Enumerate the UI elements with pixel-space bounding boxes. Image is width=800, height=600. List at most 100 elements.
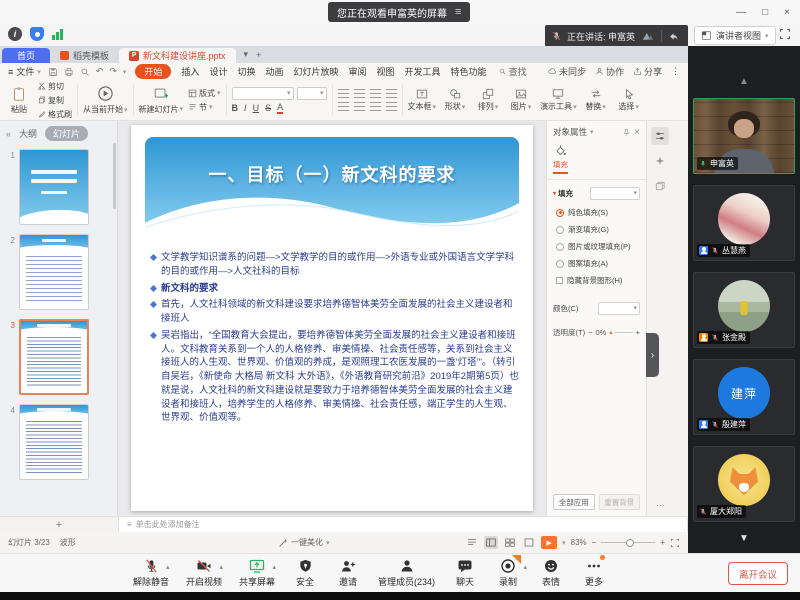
unmute-button[interactable]: ▴ 解除静音	[133, 557, 169, 588]
slide-thumbnail-2[interactable]: 2	[4, 234, 117, 310]
picture-button[interactable]: 图片▾	[507, 88, 535, 112]
slideshow-play-caret-icon[interactable]: ▾	[562, 539, 566, 547]
indent-increase-button[interactable]	[386, 89, 397, 98]
collapse-panel-button[interactable]: «	[6, 129, 11, 139]
tab-home[interactable]: 首页	[2, 48, 50, 63]
tab-outline[interactable]: 大纲	[19, 127, 37, 140]
close-panel-icon[interactable]: ×	[634, 127, 640, 138]
print-icon[interactable]	[64, 67, 74, 77]
text-box-button[interactable]: 文本框▾	[408, 88, 437, 112]
replace-button[interactable]: 替换▾	[582, 88, 610, 112]
start-video-button[interactable]: ▴ 开启视频	[186, 557, 222, 588]
zoom-out-button[interactable]: −	[592, 538, 597, 547]
record-options-caret-icon[interactable]: ▴	[524, 563, 528, 571]
strikethrough-button[interactable]: S	[265, 103, 271, 113]
copy-button[interactable]: 复制	[38, 95, 72, 106]
paste-button[interactable]: 粘贴	[5, 86, 33, 115]
slide-thumbnail-3-selected[interactable]: 3	[4, 319, 117, 395]
line-spacing-button[interactable]	[386, 102, 397, 111]
fit-slide-icon[interactable]	[670, 538, 680, 548]
slide-thumbnail-4[interactable]: 4	[4, 404, 117, 480]
scroll-up-button[interactable]: ▲	[739, 76, 749, 87]
bold-button[interactable]: B	[232, 103, 239, 113]
participant-tile-2[interactable]: 丛慧燕	[693, 185, 795, 261]
comments-toggle-icon[interactable]	[465, 536, 479, 549]
share-screen-button[interactable]: ▴ 共享屏幕	[239, 557, 275, 588]
color-select[interactable]: ▾	[598, 302, 640, 315]
reset-background-button[interactable]: 重置背景	[599, 494, 641, 510]
new-slide-button[interactable]: 新建幻灯片▾	[139, 86, 184, 115]
minimize-button[interactable]: —	[736, 7, 746, 18]
solid-fill-radio[interactable]: 纯色填充(S)	[556, 207, 640, 218]
smart-assistant-icon[interactable]	[651, 152, 669, 170]
menu-overflow-icon[interactable]: ⋮	[671, 66, 680, 77]
ribbon-tab-design[interactable]: 设计	[209, 65, 227, 78]
ribbon-search[interactable]: 查找	[498, 65, 527, 78]
arrange-button[interactable]: 排列▾	[474, 88, 502, 112]
share-options-caret-icon[interactable]: ▴	[273, 563, 277, 571]
undo-button[interactable]: ↶	[96, 66, 104, 77]
add-slide-button[interactable]: +	[0, 519, 118, 531]
participant-tile-1[interactable]: 申富英	[693, 98, 795, 174]
participant-tile-3[interactable]: 张金殿	[693, 272, 795, 348]
ribbon-tab-animation[interactable]: 动画	[265, 65, 283, 78]
section-button[interactable]: 节▾	[188, 102, 221, 113]
share-button[interactable]: 分享	[633, 65, 662, 78]
zoom-in-button[interactable]: +	[660, 538, 665, 547]
normal-view-button[interactable]	[484, 536, 498, 549]
print-preview-icon[interactable]	[80, 67, 90, 77]
numbering-button[interactable]	[354, 89, 365, 98]
gradient-fill-radio[interactable]: 渐变填充(G)	[556, 224, 640, 235]
save-icon[interactable]	[48, 67, 58, 77]
invite-button[interactable]: 邀请	[335, 557, 361, 588]
return-arrow-icon[interactable]	[667, 31, 678, 42]
record-button[interactable]: ▴ 录制	[495, 557, 521, 588]
bullets-button[interactable]	[338, 89, 349, 98]
strip-more-icon[interactable]: ⋯	[656, 500, 665, 511]
ribbon-tab-developer[interactable]: 开发工具	[405, 65, 441, 78]
fill-tab[interactable]: 填充	[553, 144, 568, 174]
cut-button[interactable]: 剪切	[38, 81, 72, 92]
transparency-minus-button[interactable]: −	[588, 328, 592, 337]
slide-thumbnail-1[interactable]: 1	[4, 149, 117, 225]
camera-options-caret-icon[interactable]: ▴	[220, 563, 224, 571]
align-left-button[interactable]	[338, 102, 349, 111]
format-painter-button[interactable]: 格式刷	[38, 109, 72, 120]
redo-button[interactable]: ↷	[109, 66, 117, 77]
scroll-down-button[interactable]: ▼	[739, 533, 749, 544]
zoom-slider[interactable]	[601, 542, 655, 543]
apply-all-button[interactable]: 全部应用	[553, 494, 595, 510]
align-center-button[interactable]	[354, 102, 365, 111]
ribbon-tab-insert[interactable]: 插入	[181, 65, 199, 78]
play-from-current-button[interactable]: 从当前开始▾	[83, 82, 128, 118]
tab-template[interactable]: 稻壳模板	[50, 48, 119, 63]
fill-style-select[interactable]: ▾	[590, 187, 640, 200]
clipboard-pane-icon[interactable]	[651, 177, 669, 195]
speaker-view-button[interactable]: 演讲者视图 ▾	[694, 26, 776, 45]
close-button[interactable]: ×	[784, 7, 790, 18]
ribbon-tab-features[interactable]: 特色功能	[451, 65, 487, 78]
transparency-plus-button[interactable]: +	[636, 328, 640, 337]
slide-sorter-view-button[interactable]	[503, 536, 517, 549]
font-size-select[interactable]: ▾	[297, 87, 327, 100]
current-slide[interactable]: 一、目标（一）新文科的要求 文学教学知识谱系的问题—>文学教学的目的或作用—>外…	[131, 125, 533, 511]
collaborate-button[interactable]: 协作	[595, 65, 624, 78]
mic-options-caret-icon[interactable]: ▴	[166, 563, 170, 571]
picture-texture-fill-radio[interactable]: 图片或纹理填充(P)	[556, 241, 640, 252]
beautify-button[interactable]: 一键美化 ▾	[278, 537, 330, 548]
participant-tile-5[interactable]: 厦大郑阳	[693, 446, 795, 522]
manage-members-button[interactable]: 管理成员(234)	[378, 557, 435, 588]
font-color-button[interactable]: A	[277, 103, 283, 114]
ribbon-tab-transition[interactable]: 切换	[237, 65, 255, 78]
customize-toolbar-caret-icon[interactable]: ▾	[123, 68, 127, 76]
zoom-slider-handle[interactable]	[626, 539, 634, 547]
select-button[interactable]: 选择▾	[615, 88, 643, 112]
more-button[interactable]: 更多	[581, 557, 607, 588]
sync-status-button[interactable]: 未同步	[547, 65, 586, 78]
notes-input[interactable]: ≡ 单击此处添加备注	[118, 517, 688, 532]
ribbon-tab-home[interactable]: 开始	[135, 64, 171, 79]
shapes-button[interactable]: 形状▾	[441, 88, 469, 112]
properties-strip-icon[interactable]	[651, 127, 669, 145]
network-signal-icon[interactable]	[52, 27, 63, 41]
new-tab-button[interactable]: +	[256, 50, 261, 60]
